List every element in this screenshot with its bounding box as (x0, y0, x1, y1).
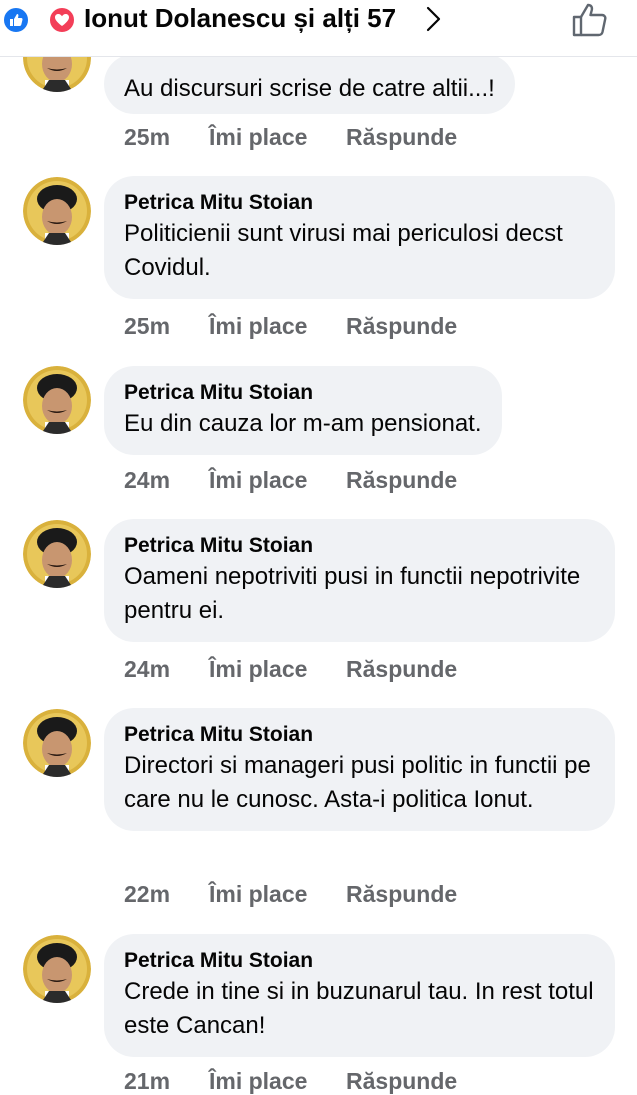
comment-author[interactable]: Petrica Mitu Stoian (124, 532, 595, 560)
reply-button[interactable]: Răspunde (346, 467, 457, 494)
avatar[interactable] (23, 935, 91, 1003)
comment-timestamp[interactable]: 25m (124, 313, 170, 340)
reactions-header[interactable]: Ionut Dolanescu și alți 57 (0, 0, 637, 57)
comment-timestamp[interactable]: 24m (124, 656, 170, 683)
love-reaction-icon (48, 6, 76, 34)
avatar[interactable] (23, 177, 91, 245)
like-button[interactable]: Îmi place (209, 124, 307, 151)
comment-bubble[interactable]: Petrica Mitu Stoian Crede in tine si in … (104, 934, 615, 1057)
reply-button[interactable]: Răspunde (346, 313, 457, 340)
comment-text: Eu din cauza lor m-am pensionat. (124, 410, 482, 437)
chevron-right-icon[interactable] (426, 6, 442, 32)
comment-timestamp[interactable]: 25m (124, 124, 170, 151)
reply-button[interactable]: Răspunde (346, 656, 457, 683)
comment-author[interactable]: Petrica Mitu Stoian (124, 379, 482, 407)
avatar[interactable] (23, 366, 91, 434)
comment-text: Oameni nepotriviti pusi in functii nepot… (124, 563, 581, 624)
like-button[interactable]: Îmi place (209, 881, 307, 908)
like-button[interactable]: Îmi place (209, 656, 307, 683)
reactions-summary-text[interactable]: Ionut Dolanescu și alți 57 (84, 3, 396, 34)
comment-bubble[interactable]: Petrica Mitu Stoian Politicienii sunt vi… (104, 176, 615, 299)
avatar[interactable] (23, 709, 91, 777)
comment-text: Crede in tine si in buzunarul tau. In re… (124, 978, 594, 1039)
like-button[interactable]: Îmi place (209, 313, 307, 340)
comment-bubble[interactable]: Petrica Mitu Stoian Directori si manager… (104, 708, 615, 831)
reply-button[interactable]: Răspunde (346, 124, 457, 151)
like-button[interactable]: Îmi place (209, 1068, 307, 1095)
avatar[interactable] (23, 520, 91, 588)
comment-bubble[interactable]: Petrica Mitu Stoian Oameni nepotriviti p… (104, 519, 615, 642)
comment-timestamp[interactable]: 24m (124, 467, 170, 494)
comment-author[interactable]: Petrica Mitu Stoian (124, 947, 595, 975)
comment-bubble[interactable]: Au discursuri scrise de catre altii...! (104, 54, 515, 114)
comment-text: Politicienii sunt virusi mai periculosi … (124, 220, 563, 281)
comment-text: Directori si manageri pusi politic in fu… (124, 752, 591, 813)
comment-author[interactable]: Petrica Mitu Stoian (124, 721, 595, 749)
thumbs-up-outline-icon[interactable] (571, 2, 609, 38)
comment-text: Au discursuri scrise de catre altii...! (124, 75, 495, 102)
like-reaction-icon (2, 6, 30, 34)
comment-bubble[interactable]: Petrica Mitu Stoian Eu din cauza lor m-a… (104, 366, 502, 455)
like-button[interactable]: Îmi place (209, 467, 307, 494)
reply-button[interactable]: Răspunde (346, 1068, 457, 1095)
comment-timestamp[interactable]: 21m (124, 1068, 170, 1095)
comment-author[interactable]: Petrica Mitu Stoian (124, 189, 595, 217)
reply-button[interactable]: Răspunde (346, 881, 457, 908)
comment-timestamp[interactable]: 22m (124, 881, 170, 908)
